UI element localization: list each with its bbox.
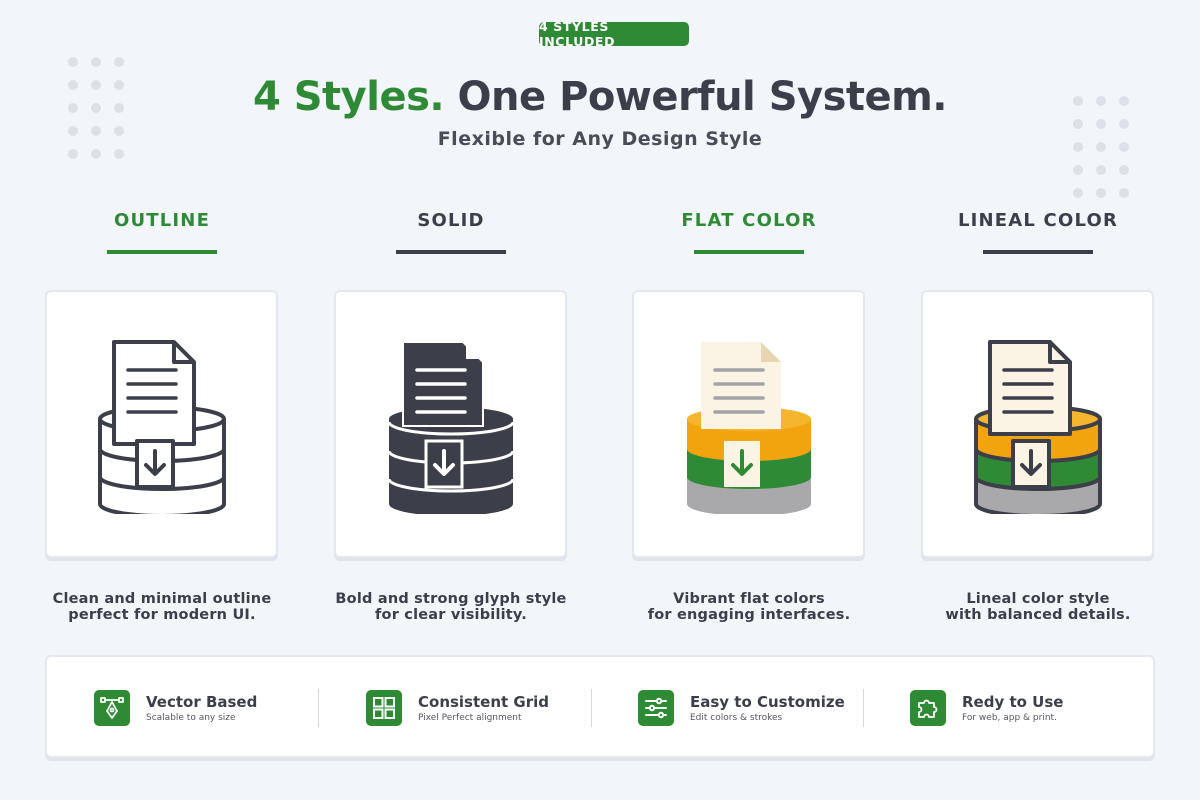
card-lineal-color [921, 290, 1154, 558]
puzzle-icon [910, 690, 946, 726]
database-download-flat-icon [686, 342, 811, 514]
pen-tool-icon [94, 690, 130, 726]
feature-subtitle: Scalable to any size [146, 713, 236, 723]
feature-title: Easy to Customize [690, 693, 845, 711]
database-download-lineal-icon [973, 340, 1102, 514]
desc-flat-color: Vibrant flat colors for engaging interfac… [647, 591, 851, 623]
desc-outline: Clean and minimal outline perfect for mod… [52, 591, 272, 623]
grid-icon [366, 690, 402, 726]
feature-subtitle: Edit colors & strokes [690, 713, 783, 723]
style-heading-lineal-color: LINEAL COLOR [957, 210, 1119, 231]
heading-underline-lineal-color [983, 250, 1093, 254]
divider [318, 689, 319, 727]
desc-solid: Bold and strong glyph style for clear vis… [335, 591, 567, 623]
feature-easy-to-customize: Easy to Customize Edit colors & strokes [638, 688, 845, 728]
card-solid [334, 290, 567, 558]
style-heading-flat-color: FLAT COLOR [681, 210, 817, 231]
feature-ready-to-use: Redy to Use For web, app & print. [910, 688, 1063, 728]
database-download-solid-icon [387, 341, 514, 514]
heading-underline-outline [107, 250, 217, 254]
title-rest: One Powerful System. [457, 74, 948, 120]
desc-lineal-color: Lineal color style with balanced details. [945, 591, 1131, 623]
divider [591, 689, 592, 727]
feature-subtitle: Pixel Perfect alignment [418, 713, 522, 723]
style-heading-outline: OUTLINE [113, 210, 211, 231]
feature-title: Vector Based [146, 693, 258, 711]
feature-consistent-grid: Consistent Grid Pixel Perfect alignment [366, 688, 549, 728]
feature-title: Redy to Use [962, 693, 1064, 711]
feature-subtitle: For web, app & print. [962, 713, 1057, 723]
card-outline [45, 290, 278, 558]
heading-underline-flat-color [694, 250, 804, 254]
feature-title: Consistent Grid [418, 693, 549, 711]
styles-badge: 4 STYLES INCLUDED [539, 19, 689, 49]
database-download-outline-icon [97, 340, 226, 514]
features-bar: Vector Based Scalable to any size Consist… [45, 655, 1155, 758]
title-accent: 4 Styles. [252, 74, 445, 120]
sliders-icon [638, 690, 674, 726]
heading-underline-solid [396, 250, 506, 254]
card-flat-color [632, 290, 865, 558]
feature-vector-based: Vector Based Scalable to any size [94, 688, 257, 728]
page-subtitle: Flexible for Any Design Style [437, 128, 763, 150]
divider [863, 689, 864, 727]
style-heading-solid: SOLID [417, 210, 485, 231]
page-title: 4 Styles. One Powerful System. [0, 74, 1200, 120]
